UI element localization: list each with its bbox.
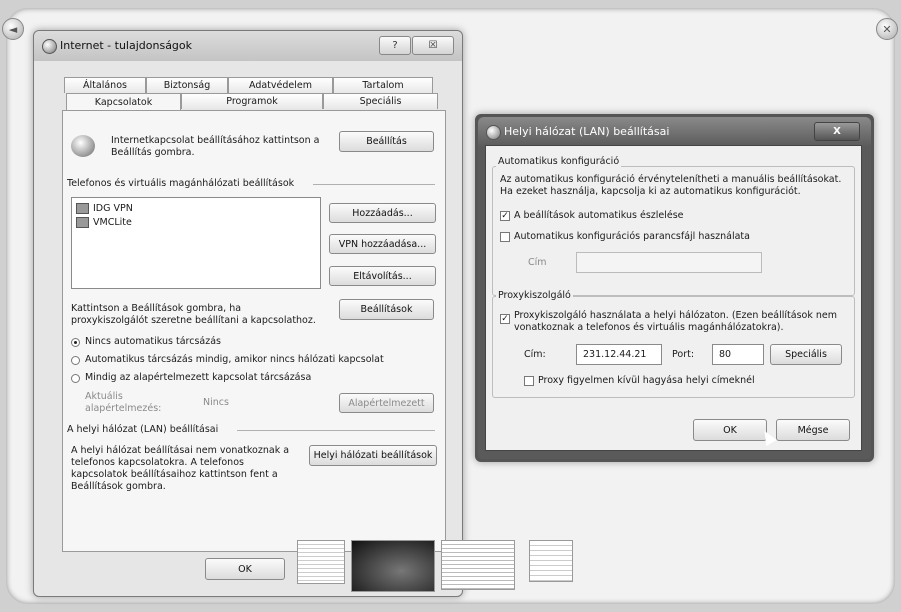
thumbnail-1[interactable] [297, 540, 345, 584]
globe-network-icon [71, 135, 95, 157]
ok-button[interactable]: OK [205, 558, 285, 580]
remove-button[interactable]: Eltávolítás... [329, 266, 436, 286]
vpn-item-label: IDG VPN [93, 203, 133, 214]
help-button[interactable]: ? [379, 36, 411, 55]
dialog-content: Automatikus konfiguráció Az automatikus … [485, 145, 862, 451]
dialog-title-bar: Helyi hálózat (LAN) beállításai X [478, 117, 871, 147]
lan-settings-dialog: Helyi hálózat (LAN) beállításai X Automa… [475, 114, 874, 462]
thumbnail-strip [297, 540, 573, 592]
setup-text: Internetkapcsolat beállításához kattints… [111, 135, 320, 158]
radio-autodial-always[interactable] [71, 356, 80, 365]
tab-adatvedelem[interactable]: Adatvédelem [228, 77, 333, 93]
dialog-title: Helyi hálózat (LAN) beállításai [504, 125, 670, 138]
tab-kapcsolatok[interactable]: Kapcsolatok [66, 93, 181, 111]
lan-group-divider [237, 430, 435, 431]
close-gallery-icon[interactable]: ✕ [876, 18, 898, 40]
add-vpn-button[interactable]: VPN hozzáadása... [329, 234, 436, 254]
proxy-address-input[interactable]: 231.12.44.21 [576, 344, 662, 365]
port-label: Port: [672, 349, 695, 360]
vpn-group-divider [313, 184, 435, 185]
radio-no-autodial-label: Nincs automatikus tárcsázás [85, 336, 221, 347]
lan-settings-button[interactable]: Helyi hálózati beállítások [309, 445, 437, 466]
vpn-group-label: Telefonos és virtuális magánhálózati beá… [67, 178, 295, 189]
auto-detect-checkbox[interactable]: ✓ [500, 211, 510, 221]
tab-panel: Internetkapcsolat beállításához kattints… [62, 110, 446, 552]
auto-script-checkbox[interactable] [500, 232, 510, 242]
auto-detect-label: A beállítások automatikus észlelése [514, 210, 684, 221]
bypass-local-checkbox[interactable] [524, 376, 534, 386]
use-proxy-checkbox[interactable]: ✓ [500, 314, 510, 324]
proxy-group-label: Proxykiszolgáló [496, 290, 573, 302]
thumbnail-2[interactable] [351, 540, 435, 592]
thumbnail-3[interactable] [441, 540, 515, 590]
prev-icon[interactable]: ◄ [2, 18, 24, 40]
thumbnail-4[interactable] [529, 540, 573, 582]
advanced-button[interactable]: Speciális [770, 344, 842, 365]
radio-no-autodial[interactable] [71, 338, 80, 347]
vpn-item-label: VMCLite [93, 217, 132, 228]
close-button[interactable]: ☒ [412, 36, 454, 55]
lan-info-text: A helyi hálózat beállításai nem vonatkoz… [71, 445, 290, 492]
default-button[interactable]: Alapértelmezett [339, 393, 434, 413]
network-connection-icon [76, 217, 89, 228]
tab-biztonsag[interactable]: Biztonság [146, 77, 228, 93]
tab-tartalom[interactable]: Tartalom [333, 77, 433, 93]
auto-script-label: Automatikus konfigurációs parancsfájl ha… [514, 231, 750, 242]
dialog-icon [486, 125, 501, 140]
internet-options-icon [42, 39, 57, 54]
vpn-connection-list[interactable]: IDG VPN VMCLite [71, 197, 321, 289]
proxy-info-text: Kattintson a Beállítások gombra, ha prox… [71, 303, 316, 326]
list-item[interactable]: VMCLite [76, 217, 132, 229]
auto-config-text: Az automatikus konfiguráció érvénytelení… [500, 174, 842, 197]
proxy-address-label: Cím: [524, 349, 546, 360]
radio-dial-default[interactable] [71, 374, 80, 383]
dialog-ok-button[interactable]: OK [693, 419, 767, 441]
radio-autodial-always-label: Automatikus tárcsázás mindig, amikor nin… [85, 354, 384, 365]
add-button[interactable]: Hozzáadás... [329, 203, 436, 223]
bypass-local-label: Proxy figyelmen kívül hagyása helyi címe… [538, 375, 755, 386]
tab-altalanos[interactable]: Általános [64, 77, 146, 93]
port-input[interactable]: 80 [712, 344, 764, 365]
tab-row-2: Kapcsolatok Programok Speciális [66, 93, 438, 111]
settings-button[interactable]: Beállítások [339, 299, 434, 320]
current-default-label: Aktuális alapértelmezés: [85, 391, 162, 414]
window-title: Internet - tulajdonságok [60, 39, 193, 52]
tab-specialis[interactable]: Speciális [323, 93, 438, 109]
setup-button[interactable]: Beállítás [339, 131, 434, 152]
dialog-cancel-button[interactable]: Mégse [776, 419, 850, 441]
radio-dial-default-label: Mindig az alapértelmezett kapcsolat tárc… [85, 372, 312, 383]
network-connection-icon [76, 203, 89, 214]
use-proxy-label: Proxykiszolgáló használata a helyi hálóz… [514, 310, 837, 333]
internet-properties-window: Internet - tulajdonságok ? ☒ Általános B… [33, 30, 463, 597]
list-item[interactable]: IDG VPN [76, 203, 133, 215]
dialog-close-button[interactable]: X [814, 122, 860, 141]
tab-row-1: Általános Biztonság Adatvédelem Tartalom [64, 77, 433, 93]
lan-group-label: A helyi hálózat (LAN) beállításai [67, 424, 219, 435]
address-input[interactable] [576, 252, 762, 273]
tab-programok[interactable]: Programok [181, 93, 323, 109]
current-default-value: Nincs [203, 397, 229, 408]
address-label: Cím [528, 257, 547, 268]
auto-config-label: Automatikus konfiguráció [496, 156, 622, 168]
title-bar: Internet - tulajdonságok ? ☒ [34, 31, 462, 61]
